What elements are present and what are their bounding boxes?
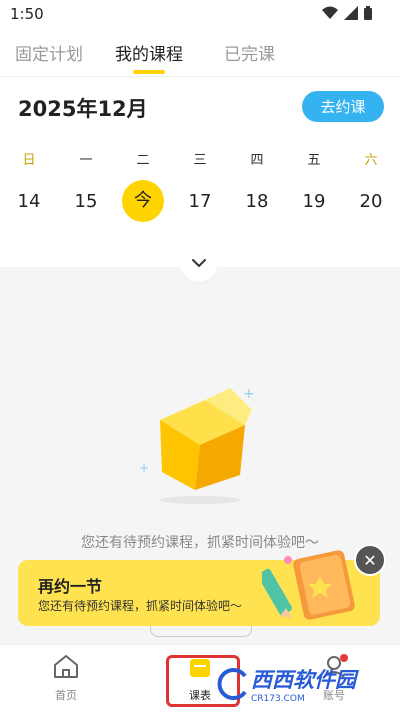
weekday-tue: 二 bbox=[136, 153, 150, 168]
weekday-mon: 一 bbox=[79, 153, 93, 168]
empty-state-illustration: + + bbox=[0, 380, 400, 510]
tab-my-courses[interactable]: 我的课程 bbox=[115, 40, 183, 65]
weekday-wed: 三 bbox=[193, 153, 207, 168]
book-class-button[interactable]: 去约课 bbox=[302, 91, 384, 122]
promo-subtitle: 您还有待预约课程，抓紧时间体验吧～ bbox=[38, 599, 243, 613]
svg-text:+: + bbox=[243, 386, 255, 402]
home-icon bbox=[54, 655, 78, 678]
nav-home[interactable]: 首页 bbox=[26, 653, 106, 703]
empty-box-icon: + + bbox=[139, 386, 255, 504]
weekday-sun: 日 bbox=[22, 153, 36, 168]
watermark-text: 西西软件园 bbox=[251, 668, 356, 692]
weekday-sat: 六 bbox=[364, 153, 378, 168]
weekday-row: 日 一 二 三 四 五 六 bbox=[0, 149, 400, 168]
battery-icon bbox=[364, 6, 372, 20]
signal-icon bbox=[344, 6, 358, 20]
date-row: 14 15 今 17 18 19 20 bbox=[0, 180, 400, 224]
date-cell[interactable]: 17 bbox=[180, 180, 220, 224]
week-calendar: 2025年12月 去约课 日 一 二 三 四 五 六 14 15 今 17 18… bbox=[0, 77, 400, 267]
month-title: 2025年12月 bbox=[18, 97, 148, 121]
watermark: 西西软件园 CR173.COM bbox=[215, 664, 385, 704]
close-icon[interactable]: ✕ bbox=[354, 544, 386, 576]
weekday-thu: 四 bbox=[250, 153, 264, 168]
weekday-fri: 五 bbox=[307, 153, 321, 168]
tab-bar: 固定计划 我的课程 已完课 bbox=[0, 28, 400, 76]
date-cell[interactable]: 19 bbox=[294, 180, 334, 224]
tab-completed[interactable]: 已完课 bbox=[224, 40, 275, 65]
watermark-logo-icon bbox=[217, 668, 247, 700]
chevron-down-icon bbox=[192, 259, 206, 268]
status-bar: 1:50 bbox=[0, 0, 400, 28]
promo-banner[interactable]: 再约一节 您还有待预约课程，抓紧时间体验吧～ bbox=[18, 550, 380, 626]
nav-home-label: 首页 bbox=[55, 689, 77, 702]
date-cell-today[interactable]: 今 bbox=[122, 180, 164, 222]
active-tab-indicator bbox=[133, 70, 165, 74]
date-cell[interactable]: 14 bbox=[9, 180, 49, 224]
expand-calendar-button[interactable] bbox=[180, 244, 218, 282]
svg-text:+: + bbox=[139, 461, 149, 475]
tab-fixed-plan[interactable]: 固定计划 bbox=[15, 40, 83, 65]
date-cell[interactable]: 15 bbox=[66, 180, 106, 224]
promo-title: 再约一节 bbox=[38, 577, 103, 596]
date-cell[interactable]: 18 bbox=[237, 180, 277, 224]
wifi-icon bbox=[322, 6, 338, 19]
watermark-subtext: CR173.COM bbox=[251, 694, 305, 704]
status-time: 1:50 bbox=[10, 5, 44, 23]
date-cell[interactable]: 20 bbox=[351, 180, 391, 224]
status-icons bbox=[322, 6, 372, 20]
